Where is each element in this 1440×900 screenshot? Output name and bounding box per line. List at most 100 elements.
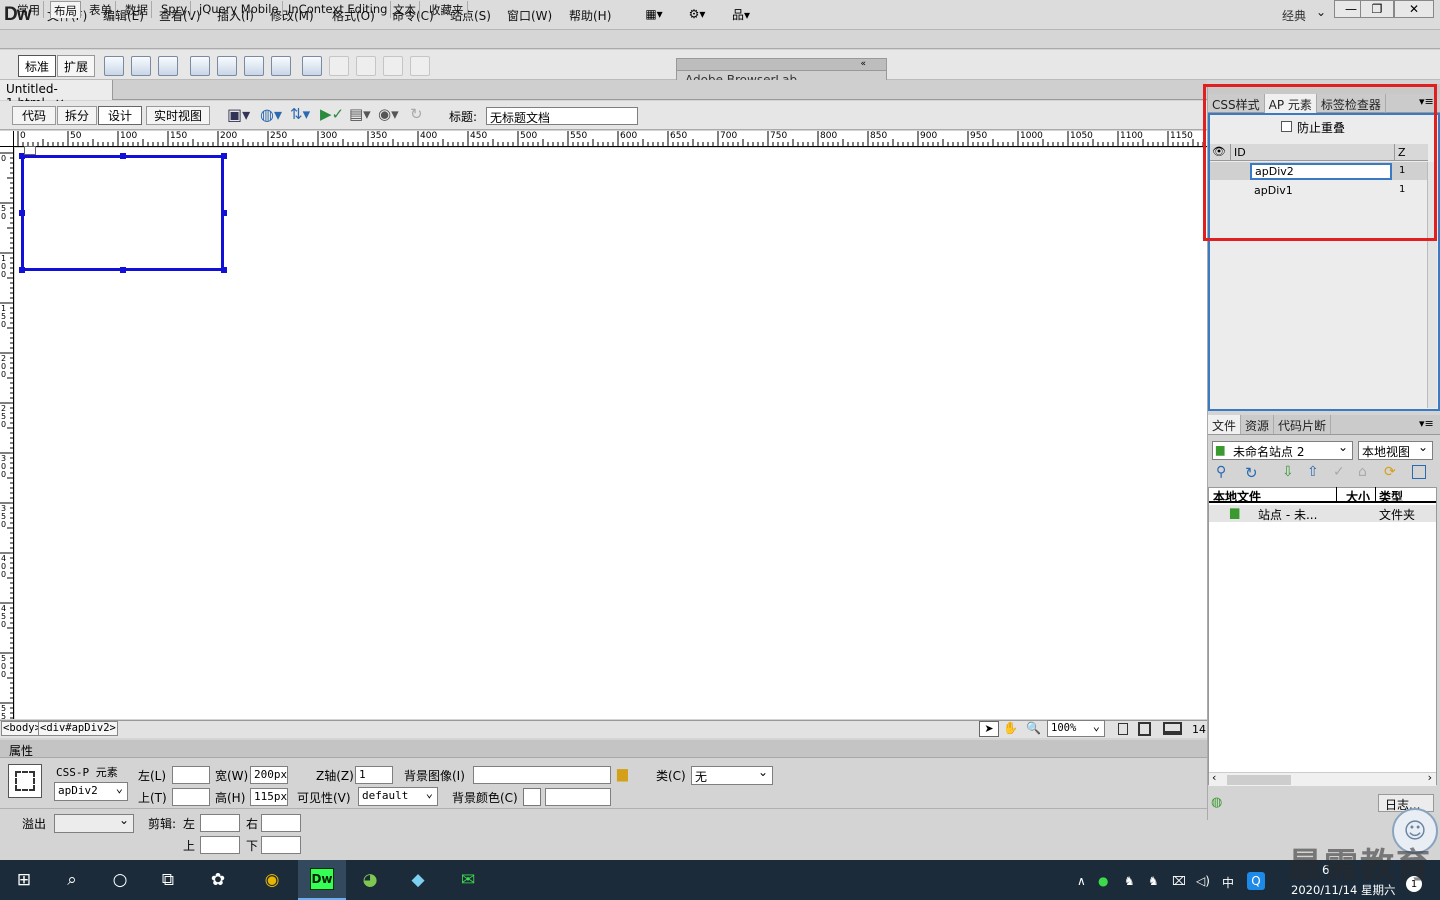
notes-app-icon[interactable]: ◆ (404, 866, 432, 894)
document-title-input[interactable]: 无标题文档 (486, 107, 638, 125)
tag-selector-div[interactable]: <div#apDiv2> (38, 721, 118, 736)
spry-accordion-icon[interactable] (244, 56, 264, 76)
layout-icon[interactable]: ▦▾ (640, 3, 668, 25)
menu-window[interactable]: 窗口(W) (507, 7, 552, 24)
gear-icon[interactable]: ⚙▾ (683, 3, 711, 25)
tablet-size-icon[interactable] (1138, 722, 1151, 736)
close-button[interactable]: ✕ (1394, 0, 1434, 18)
element-id-select[interactable]: apDiv2 (54, 781, 128, 801)
start-icon[interactable]: ⊞ (10, 866, 38, 894)
ime-indicator[interactable]: 中 (1222, 874, 1234, 891)
expand-icon[interactable] (1412, 465, 1426, 479)
site-select[interactable]: 未命名站点 2 (1212, 440, 1353, 460)
ruler-corner[interactable] (0, 131, 14, 147)
resize-handle[interactable] (221, 267, 227, 273)
desktop-size-icon[interactable] (1163, 722, 1182, 735)
code-view-button[interactable]: 代码 (12, 106, 56, 125)
bg-color-input[interactable] (545, 788, 611, 806)
visibility-select[interactable]: default (358, 786, 438, 806)
folder-icon[interactable]: ▆ (617, 766, 628, 782)
zoom-tool-icon[interactable]: 🔍 (1026, 721, 1041, 735)
clip-top-input[interactable] (200, 836, 240, 854)
width-input[interactable]: 200px (250, 766, 288, 784)
mobile-size-icon[interactable] (1118, 723, 1128, 735)
overflow-select[interactable] (54, 813, 134, 833)
spry-collapsible-icon[interactable] (271, 56, 291, 76)
wechat-icon[interactable]: ✉ (454, 866, 482, 894)
task-view-icon[interactable]: ⧉ (154, 866, 182, 894)
tray-expand-icon[interactable]: ∧ (1077, 874, 1086, 888)
resize-handle[interactable] (221, 210, 227, 216)
collapse-icon[interactable]: « (677, 59, 886, 71)
chrome-icon[interactable]: ◉ (258, 866, 286, 894)
view-select[interactable]: 本地视图 (1358, 440, 1433, 460)
tray-network-icon[interactable]: ⌧ (1172, 874, 1186, 888)
tray-wechat-icon[interactable]: ● (1098, 874, 1108, 888)
tab-layout[interactable]: 布局 (50, 1, 81, 18)
menu-help[interactable]: 帮助(H) (569, 7, 611, 24)
zoom-select[interactable]: 100% (1047, 719, 1105, 737)
document-tab[interactable]: Untitled-1.html× (0, 80, 113, 110)
tab-forms[interactable]: 表单 (86, 1, 116, 18)
melon-app-icon[interactable]: ◕ (356, 866, 384, 894)
connect-icon[interactable]: ⚲ (1216, 464, 1226, 480)
resize-handle[interactable] (19, 210, 25, 216)
insert-fluid-div-icon[interactable] (158, 56, 178, 76)
app-pinwheel-icon[interactable]: ✿ (204, 866, 232, 894)
tab-text[interactable]: 文本 (390, 1, 420, 18)
restore-button[interactable]: ❐ (1360, 0, 1394, 18)
col-local-files[interactable]: 本地文件 (1213, 488, 1261, 505)
refresh-icon[interactable]: ↻ (1245, 464, 1258, 482)
tray-q-icon[interactable]: Q (1247, 872, 1265, 890)
cortana-icon[interactable]: ○ (106, 866, 134, 894)
top-input[interactable] (172, 788, 210, 806)
tray-qq-icon[interactable]: ♞ (1124, 874, 1135, 888)
pointer-tool-icon[interactable]: ➤ (979, 721, 999, 737)
tab-jquery-mobile[interactable]: jQuery Mobile (196, 1, 283, 18)
multiscreen-icon[interactable]: ▣▾ (227, 105, 250, 124)
file-manage-icon[interactable]: ⇅▾ (290, 105, 310, 123)
zindex-input[interactable]: 1 (355, 766, 393, 784)
bg-image-input[interactable] (473, 766, 611, 784)
tab-spry[interactable]: Spry (158, 1, 192, 18)
tab-data[interactable]: 数据 (122, 1, 152, 18)
h-scrollbar[interactable]: ‹ › (1209, 771, 1436, 786)
tab-files[interactable]: 文件 (1208, 415, 1242, 434)
height-input[interactable]: 115px (250, 788, 288, 806)
clip-left-input[interactable] (200, 814, 240, 832)
tab-snippets[interactable]: 代码片断 (1274, 415, 1332, 434)
clip-right-input[interactable] (261, 814, 301, 832)
resize-handle[interactable] (120, 153, 126, 159)
insert-apdiv-icon[interactable] (131, 56, 151, 76)
table-icon[interactable] (302, 56, 322, 76)
panel-menu-icon[interactable]: ▾≡ (1419, 417, 1434, 430)
resize-handle[interactable] (19, 267, 25, 273)
chevron-down-icon[interactable]: ⌄ (1316, 5, 1326, 19)
design-view-button[interactable]: 设计 (98, 106, 142, 125)
apdiv-selection-tab[interactable] (24, 146, 36, 155)
expanded-mode-button[interactable]: 扩展 (57, 55, 95, 77)
split-view-button[interactable]: 拆分 (57, 106, 97, 125)
get-files-icon[interactable]: ⇩ (1282, 464, 1294, 480)
tag-selector-body[interactable]: <body> (1, 721, 43, 736)
standard-mode-button[interactable]: 标准 (18, 55, 56, 77)
search-icon[interactable]: ⌕ (58, 866, 86, 894)
col-size[interactable]: 大小 (1346, 488, 1370, 505)
check-browser-icon[interactable]: ▶✓ (320, 105, 344, 123)
workspace-switcher[interactable]: 经典 (1282, 7, 1306, 24)
spry-menu-icon[interactable] (190, 56, 210, 76)
apdiv2-box[interactable] (21, 155, 224, 271)
tab-assets[interactable]: 资源 (1241, 415, 1275, 434)
preview-browser-icon[interactable]: ◍▾ (260, 105, 282, 124)
live-view-button[interactable]: 实时视图 (146, 106, 210, 125)
site-tree-icon[interactable]: 品▾ (727, 3, 755, 25)
tray-volume-icon[interactable]: ◁) (1196, 874, 1210, 888)
color-swatch[interactable] (523, 788, 541, 806)
resize-handle[interactable] (120, 267, 126, 273)
visual-aids-icon[interactable]: ▤▾ (349, 105, 371, 123)
class-select[interactable]: 无 (691, 765, 773, 785)
spry-tabs-icon[interactable] (217, 56, 237, 76)
hand-tool-icon[interactable]: ✋ (1003, 721, 1018, 735)
tab-incontext-editing[interactable]: InContext Editing (285, 1, 392, 18)
insert-div-icon[interactable] (104, 56, 124, 76)
